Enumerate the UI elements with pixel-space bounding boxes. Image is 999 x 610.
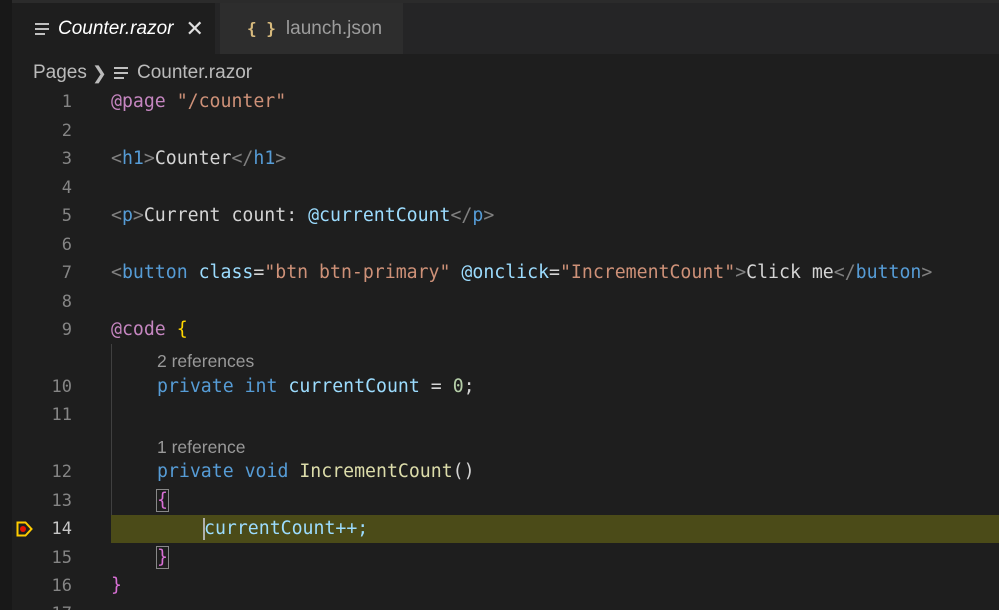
line-number: 14 (51, 519, 72, 539)
token: p (472, 205, 484, 226)
breadcrumb-folder[interactable]: Pages (33, 62, 87, 84)
token: currentCount (277, 376, 420, 397)
tab-launch-json[interactable]: { } launch.json (220, 3, 403, 54)
tab-bar: Counter.razor ✕ { } launch.json (12, 0, 999, 54)
text-cursor (203, 518, 205, 540)
token: Current count: (143, 205, 309, 226)
code-line: 17 (0, 600, 999, 610)
json-braces-icon: { } (247, 19, 276, 38)
breadcrumb: Pages ❯ Counter.razor (33, 60, 252, 86)
token: </ (231, 148, 254, 169)
token: private (157, 376, 234, 397)
code-line: 15 } (0, 544, 999, 572)
breadcrumb-file[interactable]: Counter.razor (137, 62, 252, 84)
token: < (111, 262, 122, 283)
token: 0 (452, 376, 464, 397)
line-number: 5 (61, 206, 72, 226)
token: @currentCount (308, 205, 451, 226)
line-number: 15 (51, 548, 72, 568)
token: h1 (253, 148, 276, 169)
line-number: 13 (51, 491, 72, 511)
code-line: 8 (0, 288, 999, 316)
token: "IncrementCount" (559, 262, 736, 283)
tab-counter-razor[interactable]: Counter.razor ✕ (12, 3, 215, 54)
token: > (143, 148, 155, 169)
breakpoint-current-icon[interactable] (16, 521, 33, 537)
line-number: 4 (61, 177, 72, 198)
token: = (549, 262, 560, 283)
token: button (121, 262, 188, 283)
token: } (111, 575, 122, 596)
tab-label: launch.json (285, 17, 383, 39)
token: @code (111, 319, 166, 340)
token: > (132, 205, 144, 226)
line-number: 17 (0, 600, 72, 610)
code-line: 6 (0, 231, 999, 259)
tab-label: Counter.razor (58, 17, 174, 39)
line-number: 6 (61, 234, 72, 255)
token: > (735, 262, 747, 283)
chevron-right-icon: ❯ (91, 62, 107, 83)
code-lens-references[interactable]: 2 references (157, 348, 254, 374)
code-line: 2 (0, 117, 999, 145)
code-editor[interactable]: 1 @page "/counter" 2 3 <h1>Counter</h1> … (0, 88, 999, 610)
token: void (233, 461, 289, 482)
token: button (855, 262, 922, 283)
lines-file-icon (35, 22, 49, 35)
token: int (233, 376, 278, 397)
code-line: 10 private int currentCount = 0; (0, 373, 999, 401)
token: @page (111, 91, 166, 112)
code-line: 11 (0, 401, 999, 429)
token: currentCount++; (204, 518, 369, 539)
code-line: 3 <h1>Counter</h1> (0, 145, 999, 173)
code-line: 16 } (0, 572, 999, 600)
token: p (121, 205, 133, 226)
token: { (165, 319, 188, 340)
lines-file-icon (113, 67, 128, 79)
code-line: 4 (0, 174, 999, 202)
line-number: 12 (51, 462, 72, 482)
code-line: 5 <p>Current count: @currentCount</p> (0, 202, 999, 230)
close-icon[interactable]: ✕ (185, 16, 203, 42)
bracket-match: } (156, 546, 169, 569)
token: private (157, 461, 234, 482)
line-number: 1 (61, 92, 72, 112)
code-line: 1 @page "/counter" (0, 88, 999, 116)
token: ; (463, 376, 475, 397)
code-line-current: 14 currentCount++; (0, 515, 999, 543)
code-line: 9 @code { (0, 316, 999, 344)
token: </ (833, 262, 856, 283)
token: h1 (121, 148, 144, 169)
line-number: 8 (61, 291, 72, 312)
token: () (452, 461, 475, 482)
token: < (111, 205, 122, 226)
line-number: 10 (51, 377, 72, 397)
line-number: 11 (51, 405, 72, 425)
code-lens-references[interactable]: 1 reference (157, 434, 246, 460)
token: </ (450, 205, 473, 226)
line-number: 7 (61, 263, 72, 283)
token: "/counter" (176, 91, 287, 112)
token: = (419, 376, 453, 397)
token: IncrementCount (288, 461, 453, 482)
token: "btn btn-primary" (264, 262, 451, 283)
token: > (483, 205, 495, 226)
token: > (275, 148, 287, 169)
line-number: 3 (61, 149, 72, 169)
code-line: 13 { (0, 487, 999, 515)
token: class (187, 262, 254, 283)
token: < (111, 148, 122, 169)
line-number: 9 (61, 320, 72, 340)
line-number: 16 (51, 576, 72, 596)
token: Counter (154, 148, 232, 169)
token: Click me (746, 262, 834, 283)
code-line: 12 private void IncrementCount() (0, 458, 999, 486)
code-line: 7 <button class="btn btn-primary" @oncli… (0, 259, 999, 287)
bracket-match: { (156, 489, 169, 512)
token: > (921, 262, 933, 283)
token: = (253, 262, 265, 283)
line-number: 2 (61, 120, 72, 141)
token: @onclick (450, 262, 550, 283)
